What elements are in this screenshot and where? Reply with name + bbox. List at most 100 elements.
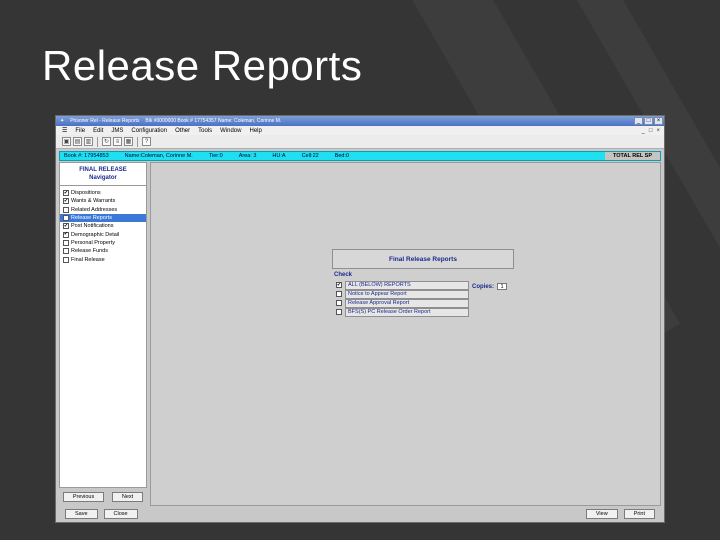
maximize-button[interactable]: □ xyxy=(644,117,653,125)
nav-item-release-funds[interactable]: Release Funds xyxy=(60,247,146,255)
nav-checkbox[interactable] xyxy=(63,256,69,263)
menu-help[interactable]: Help xyxy=(249,128,261,134)
menu-configuration[interactable]: Configuration xyxy=(131,128,167,134)
save-button[interactable]: Save xyxy=(65,509,98,519)
book-number: Book #: 17954853 xyxy=(64,153,109,159)
bed: Bed:0 xyxy=(334,153,350,159)
nav-checkbox[interactable]: ✔ xyxy=(63,231,69,238)
menu-other[interactable]: Other xyxy=(175,128,190,134)
refresh-icon[interactable]: ↻ xyxy=(102,137,111,146)
navigator-header: FINAL RELEASE Navigator xyxy=(59,162,147,186)
app-window: ✦ Prisoner Rel - Release Reports Blk #00… xyxy=(55,115,665,523)
navigator-buttons: Previous Next xyxy=(59,488,147,506)
save-icon[interactable]: ▣ xyxy=(62,137,71,146)
toolbar-separator xyxy=(97,136,98,147)
nav-checkbox[interactable]: ✔ xyxy=(63,190,69,197)
toolbar: ▣ ▤ ▥ ↻ ≡ ▦ ? xyxy=(56,135,664,149)
nav-item-label: Release Funds xyxy=(71,248,108,255)
nav-checkbox[interactable] xyxy=(63,206,69,213)
cell: Cell:22 xyxy=(301,153,319,159)
inmate-info-bar: Book #: 17954853 Name:Coleman, Corinne M… xyxy=(59,151,661,161)
nav-checkbox[interactable] xyxy=(63,239,69,246)
nav-item-label: Wants & Warrants xyxy=(71,198,116,205)
nav-checkbox[interactable] xyxy=(63,215,69,222)
close-form-button[interactable]: Close xyxy=(103,509,138,519)
open-icon[interactable]: ▤ xyxy=(73,137,82,146)
menu-jms[interactable]: JMS xyxy=(111,128,123,134)
app-icon: ✦ xyxy=(60,118,65,124)
slide-title: Release Reports xyxy=(42,42,363,89)
report-checkbox[interactable]: ✔ xyxy=(336,282,342,289)
child-maximize-button[interactable]: □ xyxy=(649,128,653,134)
window-titlebar: ✦ Prisoner Rel - Release Reports Blk #00… xyxy=(56,116,664,126)
menu-window[interactable]: Window xyxy=(220,128,241,134)
area: Area: 3 xyxy=(238,153,257,159)
list-icon[interactable]: ≡ xyxy=(113,137,122,146)
mode-badge: TOTAL REL SP xyxy=(604,152,660,160)
menu-tools[interactable]: Tools xyxy=(198,128,212,134)
nav-item-label: Dispositions xyxy=(71,190,101,197)
report-label: Notice to Appear Report xyxy=(345,289,469,299)
navigator-title: FINAL RELEASE xyxy=(79,167,127,173)
report-label: BFS(S) PC Release Order Report xyxy=(345,307,469,317)
nav-item-post-notifications[interactable]: ✔ Post Notifications xyxy=(60,222,146,230)
inmate-name: Name:Coleman, Corinne M. xyxy=(124,153,193,159)
menubar: ☰ File Edit JMS Configuration Other Tool… xyxy=(56,126,664,135)
report-list: ✔ ALL (BELOW) REPORTS Notice to Appear R… xyxy=(336,281,469,317)
copies-label: Copies: xyxy=(472,283,495,290)
nav-checkbox[interactable]: ✔ xyxy=(63,198,69,205)
check-label: Check xyxy=(334,272,353,278)
child-close-button[interactable]: × xyxy=(656,128,660,134)
tier: Tier:0 xyxy=(208,153,223,159)
nav-item-personal-property[interactable]: Personal Property xyxy=(60,239,146,247)
nav-item-wants-warrants[interactable]: ✔ Wants & Warrants xyxy=(60,197,146,205)
nav-item-dispositions[interactable]: ✔ Dispositions xyxy=(60,189,146,197)
nav-item-label: Related Addresses xyxy=(71,206,118,213)
final-release-navigator: FINAL RELEASE Navigator ✔ Dispositions ✔… xyxy=(59,162,147,506)
child-minimize-button[interactable]: _ xyxy=(642,128,645,134)
report-checkbox[interactable] xyxy=(336,300,342,307)
toolbar-separator xyxy=(137,136,138,147)
report-panel-title: Final Release Reports xyxy=(332,249,514,269)
report-checkbox[interactable] xyxy=(336,291,342,298)
report-row[interactable]: Notice to Appear Report xyxy=(336,289,469,299)
print-icon[interactable]: ▥ xyxy=(84,137,93,146)
content-area: FINAL RELEASE Navigator ✔ Dispositions ✔… xyxy=(59,162,661,506)
menu-icon: ☰ xyxy=(62,128,68,134)
next-button[interactable]: Next xyxy=(111,492,144,502)
nav-item-label: Demographic Detail xyxy=(71,231,120,238)
nav-item-label: Final Release xyxy=(71,256,105,263)
report-row[interactable]: ✔ ALL (BELOW) REPORTS xyxy=(336,281,469,290)
nav-item-demographic-detail[interactable]: ✔ Demographic Detail xyxy=(60,230,146,238)
nav-item-release-reports[interactable]: Release Reports xyxy=(60,213,146,223)
report-row[interactable]: Release Approval Report xyxy=(336,298,469,308)
report-label: ALL (BELOW) REPORTS xyxy=(345,281,469,290)
view-button[interactable]: View xyxy=(585,509,618,519)
report-checkbox[interactable] xyxy=(336,309,342,316)
minimize-button[interactable]: _ xyxy=(634,117,643,125)
navigator-list: ✔ Dispositions ✔ Wants & Warrants Relate… xyxy=(59,186,147,488)
nav-item-label: Post Notifications xyxy=(71,223,114,230)
print-button[interactable]: Print xyxy=(623,509,655,519)
previous-button[interactable]: Previous xyxy=(62,492,105,502)
window-title: Prisoner Rel - Release Reports xyxy=(70,118,140,124)
copies-input[interactable]: 1 xyxy=(497,283,508,290)
close-button[interactable]: × xyxy=(654,117,663,125)
nav-checkbox[interactable] xyxy=(63,248,69,255)
nav-item-final-release[interactable]: Final Release xyxy=(60,255,146,263)
navigator-subtitle: Navigator xyxy=(89,175,117,181)
nav-checkbox[interactable]: ✔ xyxy=(63,223,69,230)
main-panel: Final Release Reports Check ✔ ALL (BELOW… xyxy=(150,162,661,506)
report-label: Release Approval Report xyxy=(345,298,469,308)
menu-file[interactable]: File xyxy=(75,128,85,134)
menu-edit[interactable]: Edit xyxy=(93,128,103,134)
window-icon[interactable]: ▦ xyxy=(124,137,133,146)
nav-item-label: Release Reports xyxy=(71,215,112,222)
report-row[interactable]: BFS(S) PC Release Order Report xyxy=(336,307,469,317)
window-subtitle: Blk #0000000 Book # 17754357 Name: Colem… xyxy=(145,118,282,124)
help-icon[interactable]: ? xyxy=(142,137,151,146)
housing-unit: HU:A xyxy=(272,153,286,159)
nav-item-related-addresses[interactable]: Related Addresses xyxy=(60,206,146,214)
copies-field-group: Copies: 1 xyxy=(472,283,508,290)
bottom-bar: Save Close View Print xyxy=(59,508,661,520)
